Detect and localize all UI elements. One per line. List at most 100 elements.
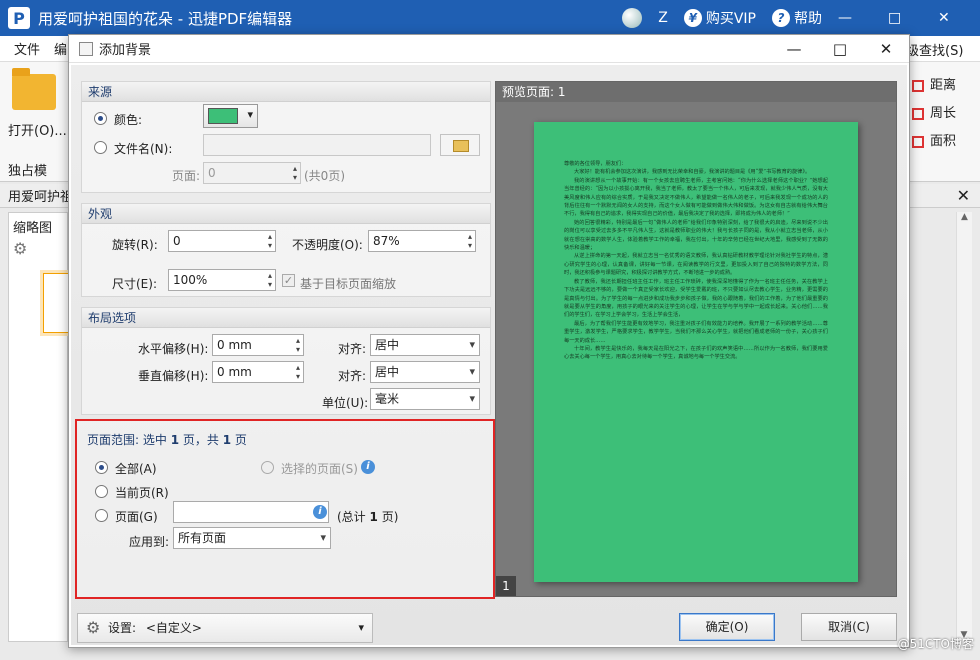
page-spinner[interactable]: 0 [203, 162, 301, 184]
menu-edit[interactable]: 编 [54, 39, 67, 58]
dialog-title: 添加背景 [99, 43, 152, 58]
perimeter-label: 周长 [930, 106, 957, 121]
layout-section: 布局选项 水平偏移(H): 0 mm 对齐: 居中 垂直偏移(H): 0 mm … [81, 307, 491, 415]
settings-label: 设置: [108, 621, 137, 635]
scroll-up-icon[interactable]: ▲ [957, 212, 972, 222]
file-name-label: 文件名(N): [114, 142, 173, 156]
document-tab[interactable]: 用爱呵护祖 [8, 186, 73, 205]
exclusive-mode-button[interactable]: 独占模 [8, 160, 47, 179]
selected-pages-info-icon[interactable]: i [361, 460, 375, 474]
browse-folder-icon[interactable] [440, 134, 480, 156]
document-scrollbar[interactable]: ▲ ▼ [956, 212, 972, 642]
page-range-header: 页面范围: 选中 1 页，共 1 页 [87, 431, 247, 448]
all-pages-label: 全部(A) [115, 462, 157, 476]
preview-paragraph: 最后，为了帮我们学生能更有效地学习，我注重对孩子们有效能力的培养。我开展了一系列… [564, 320, 828, 344]
help-label: 帮助 [794, 11, 822, 27]
open-folder-icon[interactable] [12, 68, 56, 110]
help-button[interactable]: ? 帮助 [772, 8, 822, 28]
color-swatch [208, 108, 238, 124]
layout-header: 布局选项 [82, 308, 490, 328]
appearance-header: 外观 [82, 204, 490, 224]
file-name-field[interactable] [203, 134, 431, 156]
preview-paragraph: 我的演讲想从一个故事开始：有一个女孩去应聘生老师，主考官问她：“你为什么选择老师… [564, 177, 828, 218]
h-offset-spinner[interactable]: 0 mm [212, 334, 304, 356]
distance-tool[interactable]: 距离 [912, 72, 956, 100]
open-button[interactable]: 打开(O)... [8, 120, 67, 139]
close-icon[interactable]: ✕ [938, 10, 972, 26]
source-section: 来源 颜色: 文件名(N): 页面: 0 (共0页) [81, 81, 491, 193]
color-radio[interactable] [94, 112, 107, 125]
pages-label: 页面(G) [115, 510, 158, 524]
maximize-icon[interactable]: □ [888, 10, 922, 26]
distance-label: 距离 [930, 78, 957, 93]
all-pages-radio[interactable] [95, 461, 108, 474]
apply-to-label: 应用到: [129, 535, 170, 549]
scale-to-page-label: 基于目标页面缩放 [300, 277, 397, 291]
perimeter-tool[interactable]: 周长 [912, 100, 956, 128]
ok-button[interactable]: 确定(O) [679, 613, 775, 641]
settings-dropdown[interactable]: 设置: <自定义> [77, 613, 373, 643]
v-align-label: 对齐: [338, 369, 367, 383]
dialog-maximize-icon[interactable]: □ [817, 35, 863, 63]
area-tool[interactable]: 面积 [912, 128, 956, 156]
preview-paragraph: 尊敬的各位领导，朋友们： [564, 161, 627, 167]
pages-total-value: 1 [369, 510, 378, 524]
size-spinner[interactable]: 100% [168, 269, 276, 291]
pages-input[interactable] [173, 501, 329, 523]
h-align-select[interactable]: 居中 [370, 334, 480, 356]
area-icon [912, 136, 924, 148]
page-range-section: 页面范围: 选中 1 页，共 1 页 全部(A) 选择的页面(S) i 当前页(… [75, 419, 495, 599]
yen-icon: ¥ [683, 9, 702, 27]
preview-paragraph: 十年间，教学生是快乐的，我每天是在阳光之下，在孩子们的欢声笑语中……所以作为一名… [564, 345, 828, 361]
opacity-spinner[interactable]: 87% [368, 230, 476, 252]
selected-pages-radio[interactable] [261, 461, 274, 474]
watermark: @51CTO博客 [897, 637, 974, 651]
pages-radio[interactable] [95, 509, 108, 522]
pages-info-icon[interactable]: i [313, 505, 327, 519]
appearance-section: 外观 旋转(R): 0 不透明度(O): 87% 尺寸(E): 100% ✓ 基… [81, 203, 491, 297]
page-range-total-count: 1 [222, 433, 232, 447]
minimize-icon[interactable]: — [838, 10, 872, 26]
app-titlebar: P 用爱呵护祖国的花朵 - 迅捷PDF编辑器 Z ¥ 购买VIP ? 帮助 — □ … [0, 0, 980, 36]
dialog-minimize-icon[interactable]: — [771, 35, 817, 63]
close-tab-icon[interactable]: ✕ [957, 186, 970, 205]
app-title: 用爱呵护祖国的花朵 - 迅捷PDF编辑器 [38, 9, 293, 28]
page-total: (共0页) [304, 169, 345, 183]
skin-globe-icon[interactable] [622, 8, 643, 28]
settings-value: <自定义> [145, 621, 202, 635]
h-align-label: 对齐: [338, 342, 367, 356]
rotate-spinner[interactable]: 0 [168, 230, 276, 252]
apply-to-select[interactable]: 所有页面 [173, 527, 331, 549]
preview-paragraph: 大家好！能有机会参加这次演讲，我感到无比荣幸和自豪，我演讲的题目是《用“爱”书写… [574, 169, 811, 176]
source-header: 来源 [82, 82, 490, 102]
cancel-button[interactable]: 取消(C) [801, 613, 897, 641]
preview-paragraph: 从逆上拼命的第一天起，我就立志当一名优秀的语文教师，我认真钻研教材教学理论针对我… [564, 253, 828, 277]
pages-total-prefix: (总计 [337, 510, 366, 524]
buy-vip-button[interactable]: ¥ 购买VIP [683, 8, 756, 28]
advanced-find-button[interactable]: 级查找(S) [906, 40, 964, 59]
dialog-footer: 设置: <自定义> 确定(O) 取消(C) [71, 605, 907, 645]
dialog-icon [79, 41, 93, 56]
user-account[interactable]: Z [658, 10, 668, 26]
v-align-select[interactable]: 居中 [370, 361, 480, 383]
preview-paragraph: 教了教师，我还长期担任班主任工作，班主任工作琐碎，使我深深地懂得了作为一名班主任… [564, 278, 828, 319]
current-page-radio[interactable] [95, 485, 108, 498]
preview-header: 预览页面: 1 [496, 82, 896, 102]
buy-vip-label: 购买VIP [705, 11, 756, 27]
color-picker-button[interactable] [203, 104, 258, 128]
scale-to-page-checkbox[interactable]: ✓ [282, 274, 295, 287]
page-range-mid: 页，共 [182, 433, 219, 447]
selected-pages-label: 选择的页面(S) [281, 462, 358, 476]
unit-select[interactable]: 毫米 [370, 388, 480, 410]
dialog-close-icon[interactable]: ✕ [863, 35, 909, 63]
preview-page: 尊敬的各位领导，朋友们： 大家好！能有机会参加这次演讲，我感到无比荣幸和自豪，我演… [534, 122, 858, 582]
thumbnail-settings-icon[interactable]: ⚙ [13, 239, 27, 258]
current-page-label: 当前页(R) [115, 486, 169, 500]
pages-total-suffix: 页) [381, 510, 399, 524]
preview-page-number: 1 [496, 576, 516, 596]
app-logo: P [8, 7, 30, 29]
v-offset-label: 垂直偏移(H): [138, 369, 209, 383]
menu-file[interactable]: 文件 [14, 39, 40, 58]
v-offset-spinner[interactable]: 0 mm [212, 361, 304, 383]
file-radio[interactable] [94, 141, 107, 154]
